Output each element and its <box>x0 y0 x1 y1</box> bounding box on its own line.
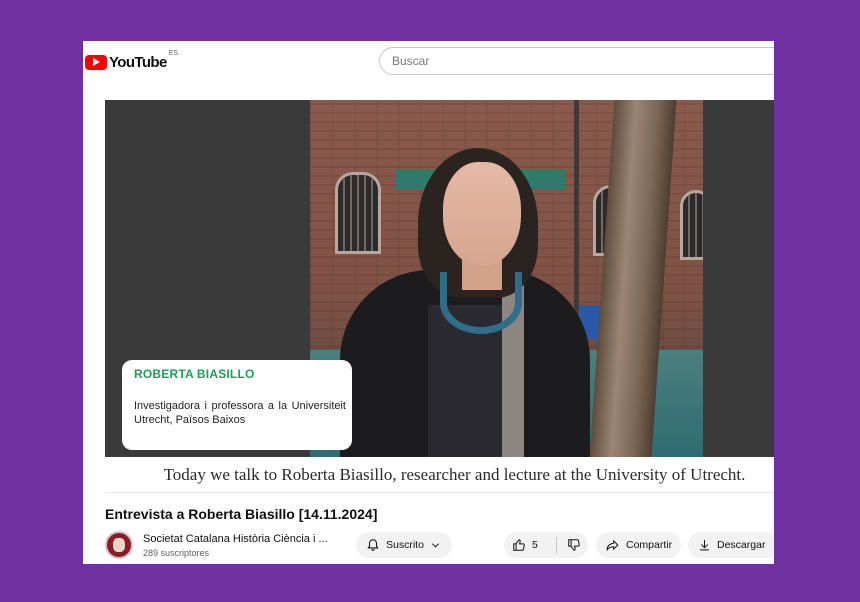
lower-third-role: Investigadora i professora a la Universi… <box>134 400 346 426</box>
chevron-down-icon <box>431 542 439 548</box>
share-icon <box>606 539 619 552</box>
video-title: Entrevista a Roberta Biasillo [14.11.202… <box>105 506 378 522</box>
download-icon <box>700 540 709 551</box>
subscribe-label: Suscrito <box>386 539 424 551</box>
video-frame <box>310 100 703 457</box>
video-player[interactable]: ROBERTA BIASILLO Investigadora i profess… <box>105 100 774 457</box>
logo-text: YouTube <box>109 53 167 71</box>
like-button[interactable]: 5 <box>504 538 556 552</box>
caption-bar: Today we talk to Roberta Biasillo, resea… <box>105 457 774 492</box>
download-button[interactable]: Descargar <box>688 532 774 558</box>
share-label: Compartir <box>626 539 673 551</box>
browser-frame: YouTube ES ROBERTA BIASILLO Investigador… <box>83 41 774 564</box>
name-lower-third: ROBERTA BIASILLO Investigadora i profess… <box>122 360 352 450</box>
channel-name[interactable]: Societat Catalana Història Ciència i ... <box>143 533 328 545</box>
thumb-down-icon <box>568 539 580 551</box>
divider <box>105 492 774 493</box>
youtube-logo-icon <box>85 54 107 70</box>
subscribe-button[interactable]: Suscrito <box>356 532 452 558</box>
dislike-button[interactable] <box>557 538 581 552</box>
thumb-up-icon <box>513 539 525 551</box>
like-count: 5 <box>532 539 538 551</box>
bell-icon <box>367 539 379 551</box>
channel-avatar[interactable] <box>105 531 133 559</box>
youtube-logo[interactable]: YouTube ES <box>85 50 179 72</box>
video-caption: Today we talk to Roberta Biasillo, resea… <box>163 465 746 484</box>
like-dislike-group: 5 <box>504 532 588 558</box>
region-code: ES <box>168 50 179 57</box>
lower-third-name: ROBERTA BIASILLO <box>134 367 255 381</box>
download-label: Descargar <box>717 539 766 551</box>
share-button[interactable]: Compartir <box>596 532 681 558</box>
search-input[interactable] <box>379 47 774 75</box>
subscriber-count: 289 suscriptores <box>143 548 210 558</box>
